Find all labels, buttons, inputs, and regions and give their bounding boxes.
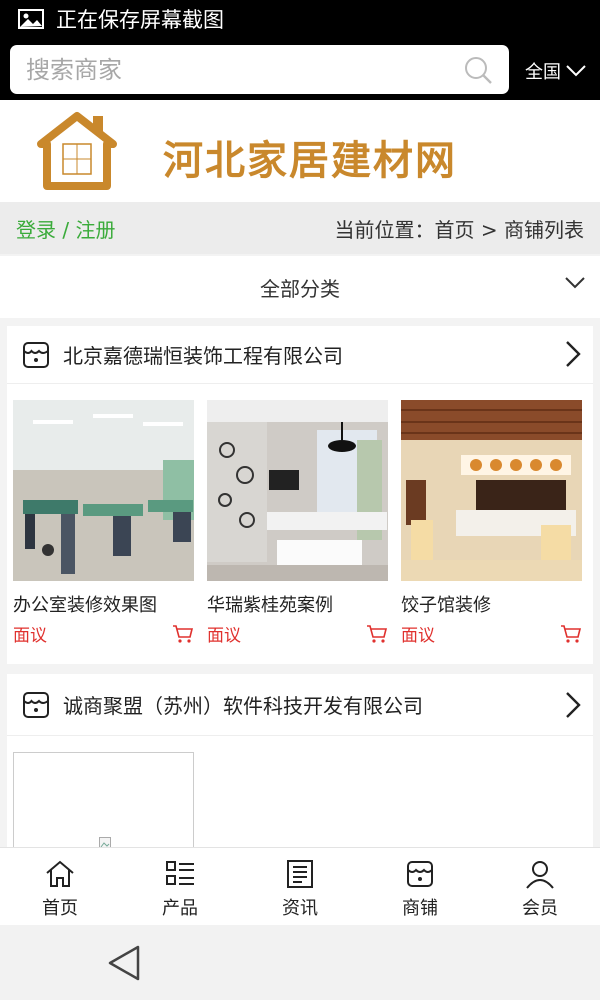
search-header: 全国 <box>0 38 600 100</box>
status-text: 正在保存屏幕截图 <box>56 8 224 32</box>
login-register-link[interactable]: 登录 / 注册 <box>16 214 115 243</box>
news-icon <box>287 860 313 888</box>
user-icon <box>526 861 554 889</box>
product-price: 面议 <box>207 626 241 646</box>
breadcrumb: 当前位置：首页 > 商铺列表 <box>334 217 584 242</box>
product-image-living-room[interactable] <box>207 400 388 581</box>
shop-name: 北京嘉德瑞恒装饰工程有限公司 <box>63 344 343 368</box>
chevron-down-icon <box>566 65 586 77</box>
tab-label: 商铺 <box>402 898 438 919</box>
product-name: 华瑞紫桂苑案例 <box>207 595 333 616</box>
category-label: 全部分类 <box>260 276 340 301</box>
site-logo[interactable] <box>33 110 121 190</box>
region-label: 全国 <box>525 62 561 83</box>
search-input[interactable] <box>26 55 446 84</box>
product-item[interactable]: 办公室装修效果图 面议 <box>13 400 194 646</box>
product-name: 饺子馆装修 <box>401 595 491 616</box>
price-row: 面议 <box>401 621 582 646</box>
cart-icon[interactable] <box>560 624 582 644</box>
status-bar: 正在保存屏幕截图 <box>0 0 600 38</box>
shop-card: 诚商聚盟（苏州）软件科技开发有限公司 <box>7 674 593 872</box>
store-icon <box>23 341 49 368</box>
store-icon <box>407 861 433 887</box>
product-image-office[interactable] <box>13 400 194 581</box>
product-item[interactable]: 华瑞紫桂苑案例 面议 <box>207 400 388 646</box>
tab-shops[interactable]: 商铺 <box>360 848 480 925</box>
tab-products[interactable]: 产品 <box>120 848 240 925</box>
shop-header[interactable]: 诚商聚盟（苏州）软件科技开发有限公司 <box>7 674 593 736</box>
product-item[interactable]: 饺子馆装修 面议 <box>401 400 582 646</box>
tab-member[interactable]: 会员 <box>480 848 600 925</box>
tab-label: 首页 <box>42 898 78 919</box>
bottom-tab-bar: 首页 产品 资讯 商铺 会员 <box>0 847 600 925</box>
site-banner: 河北家居建材网 <box>0 100 600 202</box>
product-price: 面议 <box>13 626 47 646</box>
tab-news[interactable]: 资讯 <box>240 848 360 925</box>
house-logo-icon <box>37 112 117 190</box>
region-selector[interactable]: 全国 <box>525 58 587 84</box>
tab-label: 产品 <box>162 898 198 919</box>
cart-icon[interactable] <box>172 624 194 644</box>
back-triangle-icon[interactable] <box>108 945 140 981</box>
tab-label: 会员 <box>522 898 558 919</box>
chevron-right-icon <box>566 692 581 718</box>
product-price: 面议 <box>401 626 435 646</box>
tab-home[interactable]: 首页 <box>0 848 120 925</box>
store-icon <box>23 691 49 718</box>
shop-card: 北京嘉德瑞恒装饰工程有限公司 办公室装修效果图 面议 华瑞紫桂苑案例 面议 饺子… <box>7 326 593 664</box>
system-nav-bar <box>0 925 600 1000</box>
product-name: 办公室装修效果图 <box>13 595 157 616</box>
category-dropdown[interactable]: 全部分类 <box>0 256 600 318</box>
location-bar: 登录 / 注册 当前位置：首页 > 商铺列表 <box>0 202 600 254</box>
tab-label: 资讯 <box>282 898 318 919</box>
shop-name: 诚商聚盟（苏州）软件科技开发有限公司 <box>63 694 423 718</box>
shop-header[interactable]: 北京嘉德瑞恒装饰工程有限公司 <box>7 326 593 384</box>
price-row: 面议 <box>13 621 194 646</box>
list-icon <box>166 861 194 885</box>
chevron-right-icon <box>566 341 581 367</box>
price-row: 面议 <box>207 621 388 646</box>
site-name: 河北家居建材网 <box>163 137 457 184</box>
product-list: 办公室装修效果图 面议 华瑞紫桂苑案例 面议 饺子馆装修 面议 <box>7 384 593 646</box>
search-icon[interactable] <box>463 55 493 85</box>
search-box[interactable] <box>10 45 509 94</box>
image-icon <box>18 9 44 29</box>
product-image-restaurant[interactable] <box>401 400 582 581</box>
cart-icon[interactable] <box>366 624 388 644</box>
home-icon <box>46 860 74 887</box>
chevron-down-icon <box>565 277 585 289</box>
